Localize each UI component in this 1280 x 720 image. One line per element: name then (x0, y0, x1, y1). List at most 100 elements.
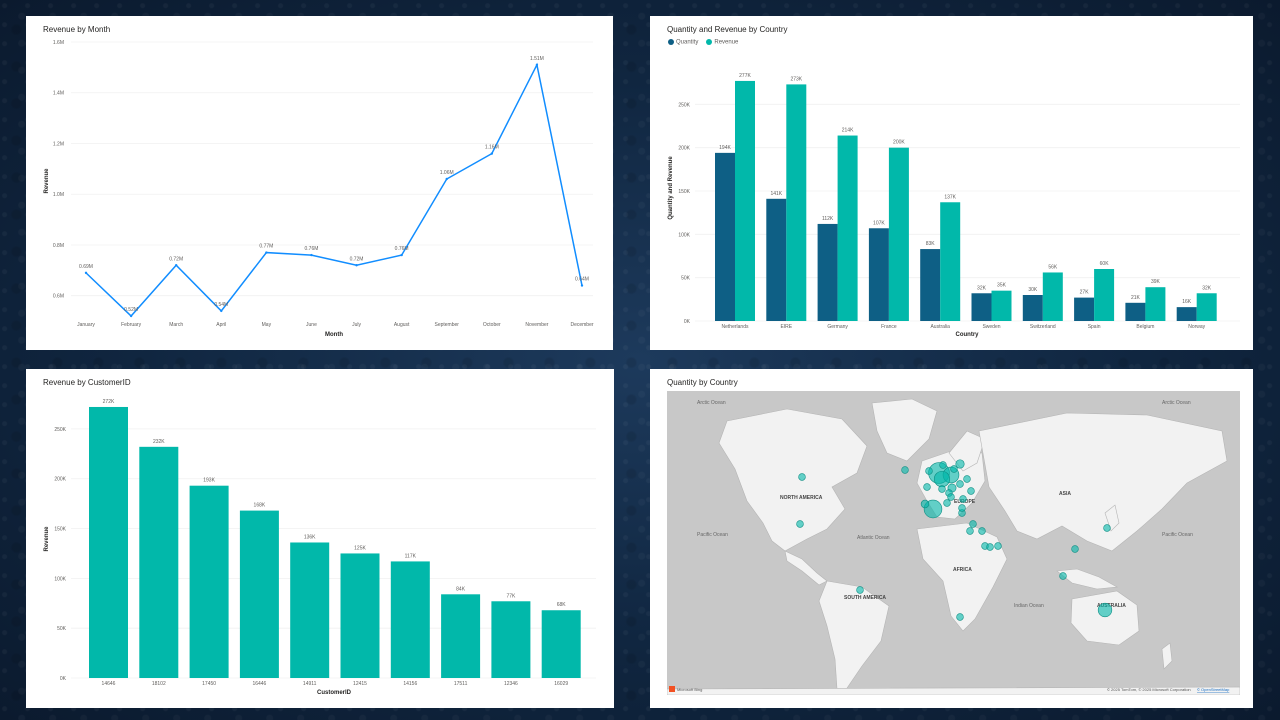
data-point[interactable] (84, 271, 88, 275)
data-label: 200K (893, 140, 905, 146)
x-tick-label: September (434, 322, 459, 328)
data-point[interactable] (220, 309, 223, 313)
bar-quantity[interactable] (1074, 297, 1095, 321)
bar-quantity[interactable] (971, 293, 992, 321)
bar-revenue[interactable] (1094, 269, 1115, 321)
bar-revenue[interactable] (441, 594, 481, 678)
bar-revenue[interactable] (491, 601, 531, 678)
country-bubble[interactable] (796, 520, 804, 528)
country-bubble[interactable] (994, 542, 1002, 550)
bar-revenue[interactable] (837, 135, 858, 321)
country-bubble[interactable] (958, 504, 966, 512)
data-label: 0.77M (259, 244, 273, 250)
data-point[interactable] (400, 253, 403, 257)
country-bubble[interactable] (986, 543, 994, 551)
data-point[interactable] (174, 264, 178, 267)
bar-revenue[interactable] (340, 553, 380, 678)
bar-revenue[interactable] (888, 147, 909, 321)
y-tick-label: 100K (678, 232, 690, 238)
country-bubble[interactable] (798, 473, 806, 481)
country-bubble[interactable] (901, 466, 909, 474)
bar-revenue[interactable] (390, 561, 430, 678)
y-tick-label: 150K (678, 189, 690, 195)
data-point[interactable] (490, 152, 494, 155)
bar-revenue[interactable] (239, 510, 279, 678)
data-point[interactable] (580, 284, 584, 287)
x-tick-label: Netherlands (722, 324, 749, 330)
bar-quantity[interactable] (920, 249, 941, 321)
country-bubble[interactable] (939, 461, 947, 469)
data-label: 27K (1080, 290, 1090, 296)
bar-revenue[interactable] (1196, 293, 1217, 321)
country-bubble[interactable] (978, 527, 986, 535)
country-bubble[interactable] (959, 495, 967, 503)
bing-logo-text: Microsoft Bing (677, 687, 702, 692)
data-label: 83K (926, 241, 936, 247)
asia-shape (978, 412, 1228, 552)
country-bubble[interactable] (956, 480, 964, 488)
bar-quantity[interactable] (868, 228, 889, 321)
quantity-by-country-map-card[interactable]: Quantity by Country Arctic Ocean Arctic … (650, 369, 1253, 708)
x-tick-label: 12415 (353, 681, 367, 687)
legend-swatch-revenue (706, 39, 713, 45)
data-point[interactable] (310, 253, 313, 257)
country-bubble[interactable] (933, 470, 951, 488)
bar-revenue[interactable] (189, 485, 229, 678)
country-bubble[interactable] (963, 475, 971, 483)
country-bubble[interactable] (938, 485, 946, 493)
country-bubble[interactable] (923, 483, 931, 491)
legend-item-revenue[interactable]: Revenue (706, 39, 738, 46)
country-bubble[interactable] (1097, 602, 1113, 618)
bing-logo-mark (669, 686, 675, 692)
bar-quantity[interactable] (1125, 302, 1146, 321)
data-point[interactable] (129, 314, 133, 318)
bar-revenue[interactable] (541, 610, 581, 678)
legend-swatch-quantity (668, 39, 674, 45)
bar-quantity[interactable] (817, 223, 838, 321)
bar-revenue[interactable] (940, 202, 961, 321)
country-bubble[interactable] (969, 520, 977, 528)
bar-quantity[interactable] (1022, 295, 1043, 321)
bar-quantity[interactable] (1176, 307, 1197, 321)
bar-revenue[interactable] (139, 446, 179, 678)
bar-revenue[interactable] (735, 80, 755, 321)
data-point[interactable] (445, 177, 448, 181)
data-label: 136K (304, 534, 316, 540)
legend-item-quantity[interactable]: Quantity (668, 39, 698, 46)
bar-revenue[interactable] (1042, 272, 1063, 321)
bar-quantity[interactable] (766, 198, 787, 321)
bar-revenue[interactable] (290, 542, 330, 678)
country-bubble[interactable] (1071, 545, 1079, 553)
country-bubble[interactable] (1059, 572, 1067, 580)
country-bubble[interactable] (966, 527, 974, 535)
data-point[interactable] (535, 63, 539, 67)
country-bubble[interactable] (950, 465, 958, 473)
y-tick-label: 200K (678, 146, 690, 152)
x-tick-label: May (262, 322, 272, 328)
country-bubble[interactable] (856, 586, 864, 594)
chart-legend: Quantity Revenue (668, 39, 738, 46)
revenue-line[interactable] (85, 62, 583, 318)
country-bubble[interactable] (925, 467, 933, 475)
quantity-revenue-by-country-card[interactable]: Quantity and Revenue by Country 0K 50K 100… (650, 16, 1253, 350)
country-bubble[interactable] (967, 487, 975, 495)
data-point[interactable] (265, 251, 268, 254)
data-label: 35K (997, 283, 1007, 289)
bar-revenue[interactable] (89, 406, 128, 678)
country-bubble[interactable] (943, 499, 951, 507)
data-point[interactable] (355, 264, 358, 267)
world-map[interactable]: Arctic Ocean Arctic Ocean NORTH AMERICA … (667, 391, 1240, 695)
country-bubble[interactable] (956, 613, 964, 621)
bar-quantity[interactable] (715, 152, 735, 321)
revenue-by-month-card[interactable]: Revenue by Month 0.6M 0.8M 1.0M 1.2M 1.4M 1.6… (26, 16, 613, 350)
bar-revenue[interactable] (786, 84, 807, 322)
bar-revenue[interactable] (991, 290, 1012, 321)
country-bubble[interactable] (1103, 524, 1111, 532)
country-bubble[interactable] (947, 493, 955, 501)
x-tick-label: March (169, 322, 183, 328)
country-bubble[interactable] (920, 499, 930, 509)
bar-revenue[interactable] (1145, 287, 1166, 321)
x-tick-label: Sweden (982, 324, 1000, 330)
revenue-by-customer-card[interactable]: Revenue by CustomerID 0K 50K 100K 150K 200K 2… (26, 369, 614, 708)
openstreetmap-link[interactable]: © OpenStreetMap (1197, 687, 1230, 692)
